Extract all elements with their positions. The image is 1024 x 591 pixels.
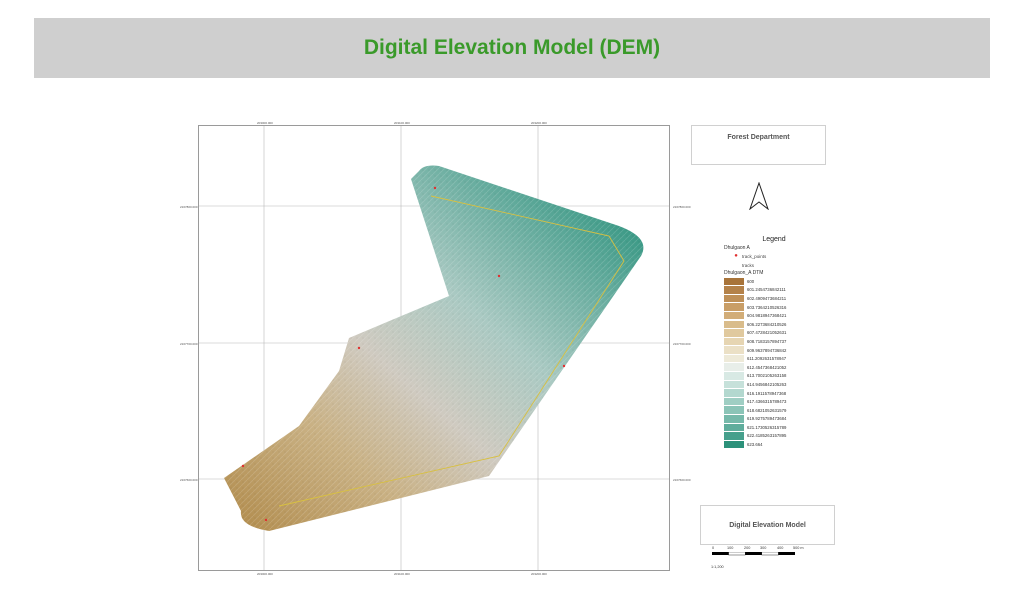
legend-ramp-label: 602.4909473684211: [747, 295, 787, 301]
legend-tracks: tracks: [730, 261, 834, 269]
scale-ratio: 1:1,200: [711, 565, 724, 569]
legend-ramp-label: 619.9275789473684: [747, 416, 787, 422]
legend-ramp-row: 601.2454736842111: [724, 286, 834, 295]
department-label: Forest Department: [727, 134, 790, 141]
legend-ramp-row: 608.7183157894737: [724, 337, 834, 346]
legend-ramp-row: 609.9637894736842: [724, 346, 834, 355]
legend-ramp-row: 617.4366315789473: [724, 397, 834, 406]
page-title: Digital Elevation Model (DEM): [363, 36, 661, 59]
legend-ramp-label: 611.2092631578947: [747, 356, 787, 362]
scale-tick-2: 200: [744, 546, 751, 550]
coord-left-2: 2167700.000: [180, 342, 198, 346]
legend-ramp-swatch: [724, 311, 744, 320]
legend-ramp-swatch: [724, 363, 744, 371]
legend: Legend Dhulgaon A ● track_points tracks …: [724, 236, 834, 449]
legend-track-points: ● track_points: [730, 252, 834, 260]
legend-ramp-row: 618.6821052631579: [724, 406, 834, 415]
scale-tick-3: 300: [760, 546, 767, 550]
legend-ramp-row: 606.2273684210526: [724, 320, 834, 329]
legend-group-name: Dhulgaon A: [724, 245, 750, 251]
legend-ramp-row: 612.4547368421052: [724, 363, 834, 372]
legend-ramp-swatch: [724, 389, 744, 397]
map-frame[interactable]: 203000.000 203100.000 203200.000 203000.…: [180, 121, 691, 576]
coord-bottom-3: 203200.000: [531, 572, 547, 576]
legend-ramp-swatch: [724, 406, 744, 414]
legend-ramp-label: 623.664: [747, 442, 763, 448]
legend-ramp-row: 604.9818947368421: [724, 311, 834, 320]
dem-label-box: Digital Elevation Model: [700, 505, 835, 545]
coord-top-2: 203100.000: [394, 121, 410, 125]
legend-ramp-label: 617.4366315789473: [747, 399, 787, 405]
coord-right-2: 2167700.000: [673, 342, 691, 346]
legend-ramp-row: 613.7002105263158: [724, 372, 834, 381]
legend-ramp-label: 601.2454736842111: [747, 287, 786, 293]
coord-left-3: 2167600.000: [180, 478, 198, 482]
department-box: Forest Department: [691, 125, 826, 165]
track-point-icon: ●: [734, 253, 738, 259]
dem-texture: [224, 165, 644, 532]
scale-tick-0: 0: [712, 546, 715, 550]
legend-ramp-label: 600: [747, 278, 755, 284]
legend-ramp-label: 608.7183157894737: [747, 338, 787, 344]
legend-ramp-swatch: [724, 423, 744, 432]
legend-ramp-row: 611.2092631578947: [724, 354, 834, 363]
coord-bottom-2: 203100.000: [394, 572, 410, 576]
legend-ramp-label: 618.6821052631579: [747, 407, 787, 413]
legend-ramp: 600 601.2454736842111 602.4909473684211 603…: [724, 277, 834, 449]
scale-tick-4: 400: [777, 546, 784, 550]
legend-ramp-swatch: [724, 303, 744, 311]
legend-ramp-swatch: [724, 294, 744, 303]
legend-ramp-row: 602.4909473684211: [724, 294, 834, 303]
legend-track-points-label: track_points: [742, 253, 767, 259]
legend-ramp-row: 600: [724, 277, 834, 286]
scale-tick-5: 500 m: [793, 546, 804, 550]
legend-ramp-row: 603.7364210526316: [724, 303, 834, 312]
legend-ramp-label: 622.4185263157895: [747, 433, 787, 439]
legend-ramp-swatch: [724, 337, 744, 346]
legend-ramp-row: 619.9275789473684: [724, 415, 834, 424]
legend-ramp-row: 607.4728421052631: [724, 329, 834, 338]
legend-ramp-label: 604.9818947368421: [747, 313, 787, 319]
legend-ramp-row: 622.4185263157895: [724, 432, 834, 441]
north-arrow-icon: [748, 181, 770, 215]
legend-ramp-swatch: [724, 329, 744, 337]
legend-ramp-swatch: [724, 440, 744, 449]
coord-right-3: 2167600.000: [673, 478, 691, 482]
dem-map[interactable]: [199, 126, 669, 570]
dem-label: Digital Elevation Model: [729, 521, 806, 529]
legend-ramp-swatch: [724, 372, 744, 380]
legend-ramp-label: 613.7002105263158: [747, 373, 787, 379]
coord-right-1: 2167800.000: [673, 205, 691, 209]
legend-ramp-swatch: [724, 380, 744, 389]
legend-ramp-label: 603.7364210526316: [747, 304, 787, 310]
legend-ramp-label: 607.4728421052631: [747, 330, 787, 336]
scale-tick-1: 100: [727, 546, 734, 550]
legend-ramp-swatch: [724, 415, 744, 423]
legend-ramp-label: 612.4547368421052: [747, 364, 787, 370]
legend-ramp-label: 606.2273684210526: [747, 321, 787, 327]
legend-ramp-label: 621.1730526315789: [747, 424, 787, 430]
legend-tracks-label: tracks: [742, 262, 755, 268]
legend-ramp-swatch: [724, 354, 744, 363]
legend-ramp-swatch: [724, 320, 744, 329]
coord-top-3: 203200.000: [531, 121, 547, 125]
coord-top-1: 203000.000: [257, 121, 273, 125]
legend-title: Legend: [762, 236, 786, 243]
legend-ramp-row: 621.1730526315789: [724, 423, 834, 432]
coord-bottom-1: 203000.000: [257, 572, 273, 576]
coord-left-1: 2167800.000: [180, 205, 198, 209]
legend-dtm-name: Dhulgaon_A DTM: [724, 270, 764, 276]
legend-ramp-row: 614.9456842105263: [724, 380, 834, 389]
legend-ramp-row: 623.664: [724, 440, 834, 449]
legend-ramp-label: 614.9456842105263: [747, 381, 787, 387]
legend-ramp-label: 609.9637894736842: [747, 347, 787, 353]
legend-ramp-swatch: [724, 397, 744, 406]
legend-ramp-swatch: [724, 346, 744, 354]
legend-ramp-swatch: [724, 277, 744, 286]
legend-ramp-swatch: [724, 286, 744, 294]
title-banner: Digital Elevation Model (DEM): [34, 18, 990, 78]
legend-ramp-swatch: [724, 432, 744, 440]
legend-ramp-label: 616.1911578947368: [747, 390, 787, 396]
legend-ramp-row: 616.1911578947368: [724, 389, 834, 398]
